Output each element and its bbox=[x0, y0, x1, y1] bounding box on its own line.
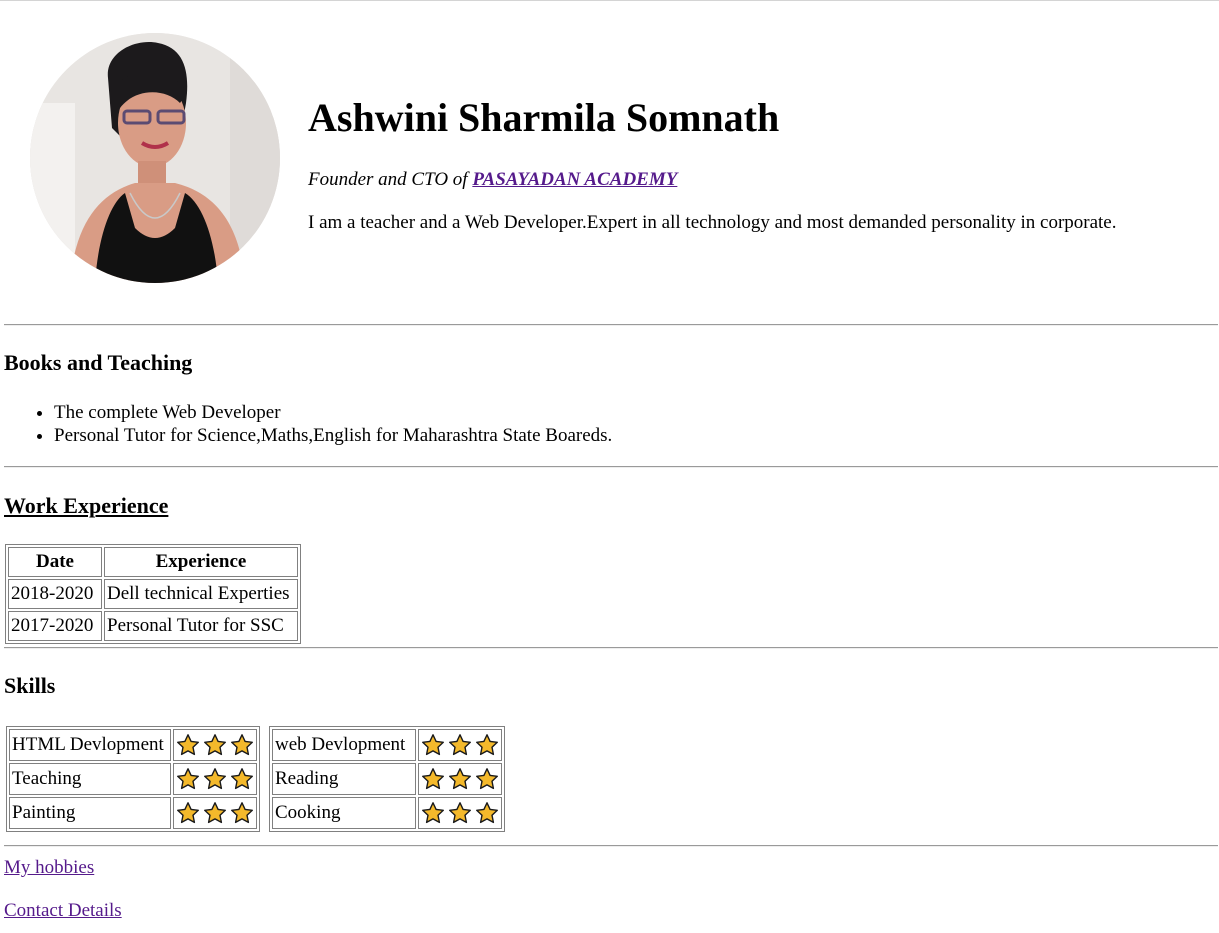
table-cell-date: 2017-2020 bbox=[8, 611, 102, 641]
company-link[interactable]: PASAYADAN ACADEMY bbox=[472, 169, 677, 190]
table-cell-date: 2018-2020 bbox=[8, 579, 102, 609]
contact-link[interactable]: Contact Details bbox=[4, 899, 122, 923]
star-icon bbox=[476, 802, 498, 824]
skills-table-right: web Devlopment Reading Cooking bbox=[269, 726, 505, 832]
table-row: 2018-2020 Dell technical Experties bbox=[8, 579, 298, 609]
profile-photo-graphic bbox=[30, 33, 280, 283]
skill-name: Teaching bbox=[9, 763, 171, 795]
role-line: Founder and CTO of PASAYADAN ACADEMY bbox=[308, 168, 677, 192]
divider bbox=[4, 324, 1218, 326]
divider bbox=[4, 466, 1218, 468]
skill-name: HTML Devlopment bbox=[9, 729, 171, 761]
star-icon bbox=[231, 768, 253, 790]
star-icon bbox=[204, 768, 226, 790]
skill-rating bbox=[173, 797, 257, 829]
table-row: Painting bbox=[9, 797, 257, 829]
star-icon bbox=[177, 768, 199, 790]
hobbies-link[interactable]: My hobbies bbox=[4, 856, 94, 880]
star-icon bbox=[476, 734, 498, 756]
skill-name: Painting bbox=[9, 797, 171, 829]
table-row: Reading bbox=[272, 763, 502, 795]
table-cell-experience: Dell technical Experties bbox=[104, 579, 298, 609]
star-icon bbox=[476, 768, 498, 790]
star-icon bbox=[231, 734, 253, 756]
skill-rating bbox=[173, 729, 257, 761]
table-row: HTML Devlopment bbox=[9, 729, 257, 761]
table-row: 2017-2020 Personal Tutor for SSC bbox=[8, 611, 298, 641]
star-icon bbox=[449, 734, 471, 756]
star-icon bbox=[177, 802, 199, 824]
divider bbox=[4, 845, 1218, 847]
profile-photo bbox=[30, 33, 280, 283]
star-icon bbox=[422, 734, 444, 756]
skill-name: Reading bbox=[272, 763, 416, 795]
skill-rating bbox=[418, 797, 502, 829]
skill-name: Cooking bbox=[272, 797, 416, 829]
bio-text: I am a teacher and a Web Developer.Exper… bbox=[308, 212, 1117, 233]
list-item: The complete Web Developer bbox=[54, 401, 612, 424]
column-header-experience: Experience bbox=[104, 547, 298, 577]
list-item: Personal Tutor for Science,Maths,English… bbox=[54, 424, 612, 447]
star-icon bbox=[231, 802, 253, 824]
books-list: The complete Web Developer Personal Tuto… bbox=[14, 401, 612, 447]
skill-rating bbox=[418, 729, 502, 761]
star-icon bbox=[204, 802, 226, 824]
star-icon bbox=[177, 734, 199, 756]
star-icon bbox=[449, 802, 471, 824]
column-header-date: Date bbox=[8, 547, 102, 577]
table-row: Cooking bbox=[272, 797, 502, 829]
star-icon bbox=[422, 768, 444, 790]
page-title: Ashwini Sharmila Somnath bbox=[308, 95, 780, 140]
books-heading: Books and Teaching bbox=[4, 350, 193, 375]
table-row: Teaching bbox=[9, 763, 257, 795]
table-header-row: Date Experience bbox=[8, 547, 298, 577]
star-icon bbox=[204, 734, 226, 756]
star-icon bbox=[449, 768, 471, 790]
skill-rating bbox=[418, 763, 502, 795]
role-prefix: Founder and CTO of bbox=[308, 169, 468, 190]
star-icon bbox=[422, 802, 444, 824]
skill-name: web Devlopment bbox=[272, 729, 416, 761]
skill-rating bbox=[173, 763, 257, 795]
skills-heading: Skills bbox=[4, 673, 56, 698]
table-row: web Devlopment bbox=[272, 729, 502, 761]
work-table: Date Experience 2018-2020 Dell technical… bbox=[5, 544, 301, 644]
work-heading: Work Experience bbox=[4, 493, 169, 518]
top-divider bbox=[0, 0, 1219, 1]
table-cell-experience: Personal Tutor for SSC bbox=[104, 611, 298, 641]
divider bbox=[4, 647, 1218, 649]
skills-table-left: HTML Devlopment Teaching Painting bbox=[6, 726, 260, 832]
